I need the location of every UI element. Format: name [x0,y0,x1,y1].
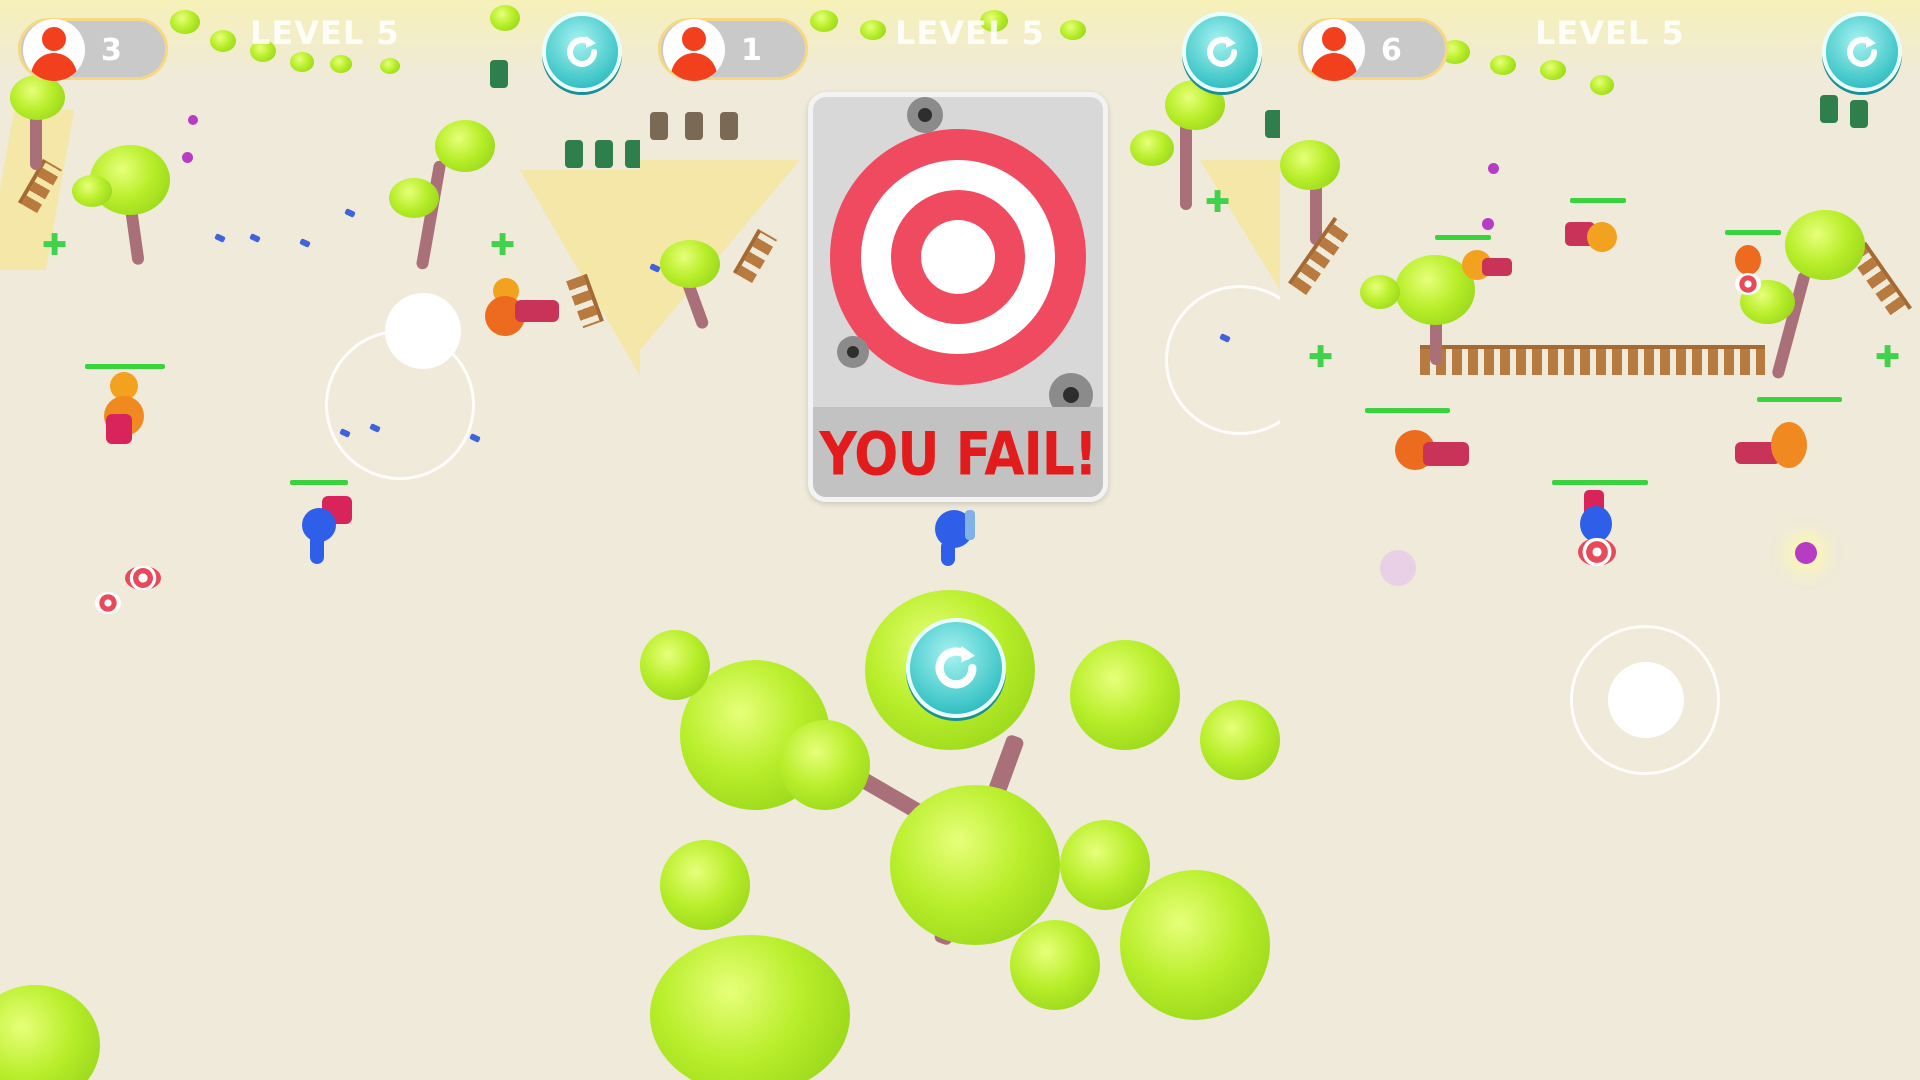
health-cross-icon: ✚ [1875,340,1901,375]
fail-message: YOU FAIL! [819,420,1097,490]
barrel [490,60,508,88]
joystick-knob[interactable] [1608,662,1684,738]
barrel [1850,100,1868,128]
barrel [625,140,640,168]
joystick-knob[interactable] [385,293,461,369]
health-cross-icon: ✚ [1308,340,1334,375]
orb [1482,218,1494,230]
health-cross-icon: ✚ [1205,185,1231,220]
alive-count-pill: 1 [658,18,808,81]
debris [249,233,261,243]
barrel [650,112,668,140]
debris [469,433,481,443]
restart-button[interactable] [1182,12,1262,92]
restart-button-center[interactable] [906,618,1006,718]
level-label: LEVEL 5 [1535,14,1685,52]
alive-count: 1 [741,33,762,68]
game-panel-1: ✚ ✚ 3 LEVEL 5 [0,0,640,1080]
fence [1420,345,1765,375]
restart-button[interactable] [1822,12,1902,92]
fence [732,228,778,284]
alive-count-pill: 6 [1298,18,1448,81]
alive-count: 3 [101,33,122,68]
restart-icon [1847,36,1877,67]
enemy-health-bar [1365,408,1450,413]
barrel [595,140,613,168]
target-icon [95,592,121,614]
debris [299,238,311,248]
enemy-health-bar [1570,198,1626,203]
game-panel-3: ✚ ✚ 6 LEVEL 5 [1280,0,1920,1080]
fail-popup-footer: YOU FAIL! [813,407,1103,497]
alive-count: 6 [1381,33,1402,68]
orb [182,152,193,163]
debris [214,233,226,243]
level-label: LEVEL 5 [895,14,1045,52]
barrel [720,112,738,140]
player-avatar-icon [1303,19,1365,81]
restart-icon [935,646,977,689]
orb [1795,542,1817,564]
alive-count-pill: 3 [18,18,168,81]
joystick-ring[interactable] [1165,285,1280,435]
orb [188,115,198,125]
barrel [1265,110,1280,138]
player-health-bar [290,480,348,485]
enemy-health-bar [1725,230,1781,235]
player-health-bar [1552,480,1648,485]
health-cross-icon: ✚ [42,228,68,263]
player-avatar-icon [663,19,725,81]
player-avatar-icon [23,19,85,81]
target-icon [830,97,1093,407]
target-icon [125,566,161,590]
barrel [565,140,583,168]
enemy-health-bar [1757,397,1842,402]
enemy-health-bar [1435,235,1491,240]
health-cross-icon: ✚ [490,228,516,263]
restart-button[interactable] [542,12,622,92]
restart-icon [567,36,597,67]
restart-icon [1207,36,1237,67]
barrel [685,112,703,140]
barrel [1820,95,1838,123]
level-label: LEVEL 5 [250,14,400,52]
sand-patch [1200,160,1280,290]
enemy-health-bar [85,364,165,369]
debris [344,208,356,218]
fail-popup: YOU FAIL! [808,92,1108,502]
orb [1488,163,1499,174]
glow [1380,550,1416,586]
